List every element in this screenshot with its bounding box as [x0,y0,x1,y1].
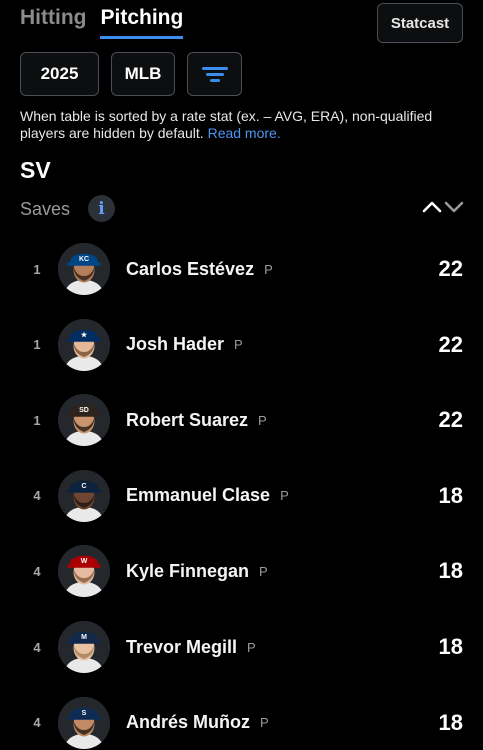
player-name[interactable]: Robert Suarez [126,410,248,431]
stat-value: 22 [438,331,463,357]
player-position: P [247,639,256,655]
statcast-button[interactable]: Statcast [377,3,463,43]
player-name-group[interactable]: Andrés Muñoz P [126,690,269,750]
rank: 1 [33,261,41,277]
filter-bar: 2025 MLB [20,52,242,96]
stat-full-name: Saves [20,199,71,219]
stat-abbreviation: SV [20,157,51,183]
player-name-group[interactable]: Trevor Megill P [126,614,256,680]
rank: 4 [33,639,41,655]
player-name[interactable]: Josh Hader [126,334,224,355]
sort-filter-icon [201,66,228,82]
player-headshot-icon: KC [58,243,110,295]
player-headshot-icon: SD [58,394,110,447]
player-headshot-icon: M [58,621,110,673]
player-name-group[interactable]: Carlos Estévez P [126,236,273,302]
svg-text:C: C [81,483,86,490]
rank: 1 [33,412,41,428]
player-row[interactable]: 4 W Kyle Finnegan P 18 [0,538,483,604]
player-avatar[interactable]: W [58,545,110,598]
svg-text:M: M [81,634,87,641]
player-avatar[interactable]: S [58,696,110,749]
rank: 4 [33,715,41,731]
player-avatar[interactable]: ★ [58,318,110,371]
stat-value: 18 [438,634,463,659]
stat-value: 18 [438,709,463,735]
player-row[interactable]: 1 SD Robert Suarez P 22 [0,387,483,453]
svg-text:KC: KC [79,256,89,263]
player-headshot-icon: S [58,696,110,749]
svg-text:★: ★ [81,331,88,339]
player-row[interactable]: 4 M Trevor Megill P 18 [0,614,483,680]
player-headshot-icon: W [58,545,110,598]
stat-value: 22 [438,256,463,281]
qualification-note: When table is sorted by a rate stat (ex.… [20,108,465,142]
player-position: P [234,337,243,353]
tab-pitching[interactable]: Pitching [100,6,184,39]
rank: 4 [33,488,41,504]
player-position: P [264,261,273,277]
player-avatar[interactable]: KC [58,243,110,295]
stat-value: 18 [438,482,463,508]
sort-filter-button[interactable] [187,52,242,96]
read-more-link[interactable]: Read more. [208,125,281,141]
player-name-group[interactable]: Josh Hader P [126,312,243,378]
chevron-down-icon [444,201,464,213]
player-name-group[interactable]: Robert Suarez P [126,387,267,453]
player-name[interactable]: Kyle Finnegan [126,561,249,582]
sort-order-toggle[interactable] [421,196,465,218]
player-position: P [260,715,269,731]
stat-tabs: Hitting Pitching [20,6,184,39]
player-row[interactable]: 4 C Emmanuel Clase P 18 [0,463,483,529]
player-position: P [259,563,268,579]
rank: 4 [33,563,41,579]
player-headshot-icon: ★ [58,318,110,371]
player-avatar[interactable]: SD [58,394,110,447]
stat-value: 22 [438,407,463,433]
player-name[interactable]: Carlos Estévez [126,259,254,280]
player-avatar[interactable]: C [58,469,110,522]
player-avatar[interactable]: M [58,621,110,673]
svg-text:S: S [82,710,87,717]
player-name[interactable]: Trevor Megill [126,637,237,658]
player-row[interactable]: 4 S Andrés Muñoz P 18 [0,690,483,750]
rank: 1 [33,337,41,353]
tab-hitting[interactable]: Hitting [20,6,86,39]
player-row[interactable]: 1 ★ Josh Hader P 22 [0,312,483,378]
player-position: P [258,412,267,428]
svg-text:SD: SD [79,407,89,414]
player-row[interactable]: 1 KC Carlos Estévez P 22 [0,236,483,302]
league-filter-button[interactable]: MLB [111,52,175,96]
player-position: P [280,488,289,504]
player-name[interactable]: Andrés Muñoz [126,712,250,733]
player-name[interactable]: Emmanuel Clase [126,485,270,506]
player-name-group[interactable]: Emmanuel Clase P [126,463,289,529]
player-headshot-icon: C [58,469,110,522]
info-icon[interactable]: i [88,195,115,222]
leaderboard-page: Hitting Pitching Statcast 2025 MLB When … [0,0,483,750]
player-name-group[interactable]: Kyle Finnegan P [126,538,268,604]
svg-text:W: W [81,558,88,565]
stat-value: 18 [438,558,463,584]
chevron-up-icon [422,201,442,213]
season-filter-button[interactable]: 2025 [20,52,99,96]
